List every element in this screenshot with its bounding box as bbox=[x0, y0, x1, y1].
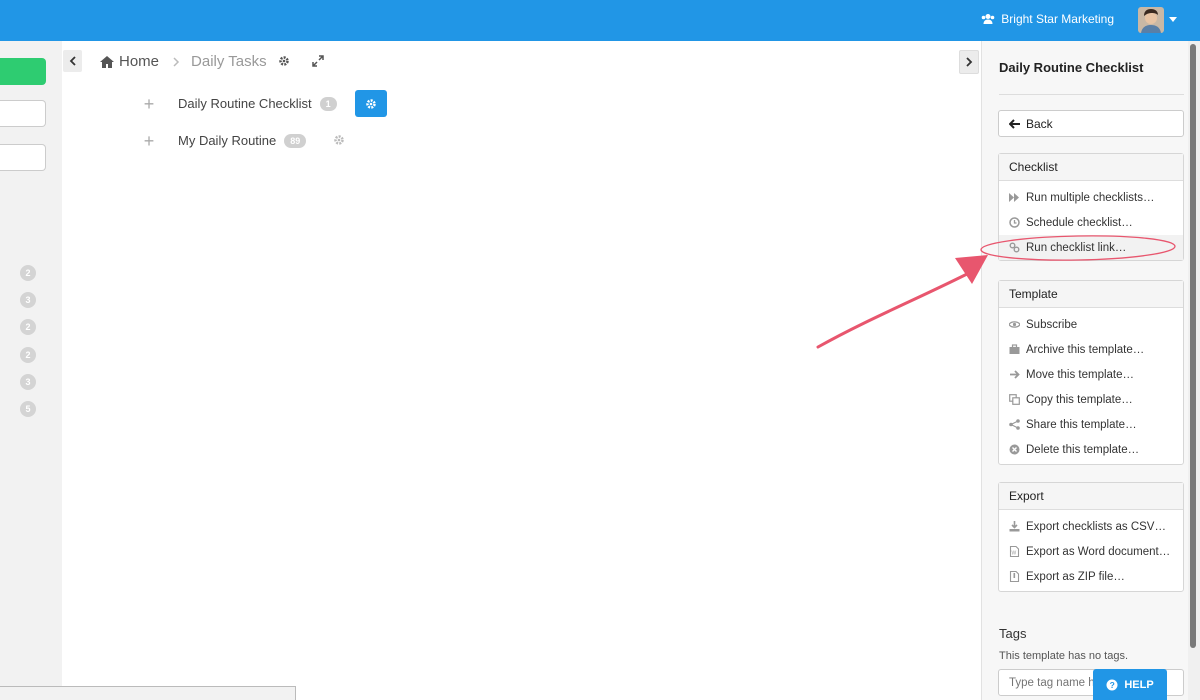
expand-icon[interactable] bbox=[312, 55, 324, 67]
question-circle-icon: ? bbox=[1106, 679, 1118, 690]
export-zip[interactable]: Export as ZIP file… bbox=[999, 564, 1183, 589]
run-checklist-link[interactable]: Run checklist link… bbox=[999, 235, 1183, 260]
folder-count-badge: 3 bbox=[20, 292, 36, 308]
scrollbar-thumb[interactable] bbox=[1190, 44, 1196, 648]
chevron-left-icon bbox=[69, 56, 76, 66]
template-name[interactable]: My Daily Routine bbox=[178, 133, 276, 148]
export-csv[interactable]: Export checklists as CSV… bbox=[999, 514, 1183, 539]
gear-icon[interactable] bbox=[333, 134, 345, 146]
download-icon bbox=[1009, 521, 1020, 532]
plus-icon[interactable]: + bbox=[142, 132, 156, 150]
clock-icon bbox=[1009, 217, 1020, 228]
template-count-badge: 1 bbox=[319, 96, 337, 111]
share-icon bbox=[1009, 419, 1020, 430]
export-word[interactable]: W Export as Word document… bbox=[999, 539, 1183, 564]
remove-circle-icon bbox=[1009, 444, 1020, 455]
template-name[interactable]: Daily Routine Checklist bbox=[178, 96, 312, 111]
folder-count-badge: 2 bbox=[20, 319, 36, 335]
breadcrumb-current: Daily Tasks bbox=[191, 53, 267, 70]
org-name: Bright Star Marketing bbox=[1001, 12, 1114, 26]
move-template[interactable]: Move this template… bbox=[999, 362, 1183, 387]
breadcrumb: Home Daily Tasks bbox=[100, 53, 267, 70]
left-sidebar: 2 3 2 2 3 5 bbox=[0, 41, 62, 700]
users-icon bbox=[981, 14, 995, 24]
template-count-badge: 89 bbox=[284, 133, 307, 148]
org-switcher[interactable]: Bright Star Marketing bbox=[981, 12, 1114, 26]
arrow-right-icon bbox=[1010, 370, 1020, 379]
help-button[interactable]: ? HELP bbox=[1093, 669, 1167, 700]
section-header: Export bbox=[999, 483, 1183, 510]
home-icon bbox=[100, 55, 114, 68]
collapse-sidebar-button[interactable] bbox=[63, 50, 82, 72]
tags-title: Tags bbox=[999, 626, 1027, 641]
archive-template[interactable]: Archive this template… bbox=[999, 337, 1183, 362]
run-multiple-checklists[interactable]: Run multiple checklists… bbox=[999, 185, 1183, 210]
template-section: Template Subscribe Archive this template… bbox=[998, 280, 1184, 465]
link-icon bbox=[1009, 242, 1020, 253]
folder-count-badge: 2 bbox=[20, 347, 36, 363]
schedule-checklist[interactable]: Schedule checklist… bbox=[999, 210, 1183, 235]
checklist-section: Checklist Run multiple checklists… Sched… bbox=[998, 153, 1184, 261]
plus-icon[interactable]: + bbox=[142, 95, 156, 113]
new-button[interactable] bbox=[0, 58, 46, 85]
template-row[interactable]: + My Daily Routine 89 bbox=[142, 132, 307, 150]
chevron-right-icon bbox=[966, 57, 973, 67]
folder-count-badge: 5 bbox=[20, 401, 36, 417]
template-settings-button[interactable] bbox=[355, 90, 387, 117]
breadcrumb-home[interactable]: Home bbox=[100, 53, 159, 70]
chevron-right-icon bbox=[173, 56, 180, 67]
eye-icon bbox=[1009, 321, 1020, 328]
section-header: Template bbox=[999, 281, 1183, 308]
tags-empty-note: This template has no tags. bbox=[999, 650, 1129, 662]
word-file-icon: W bbox=[1009, 546, 1020, 557]
bottom-panel-edge bbox=[0, 686, 296, 700]
divider bbox=[999, 94, 1184, 95]
panel-title: Daily Routine Checklist bbox=[999, 60, 1144, 75]
delete-template[interactable]: Delete this template… bbox=[999, 437, 1183, 462]
folder-count-badge: 2 bbox=[20, 265, 36, 281]
svg-text:W: W bbox=[1012, 551, 1017, 557]
fast-forward-icon bbox=[1009, 193, 1019, 202]
section-header: Checklist bbox=[999, 154, 1183, 181]
folder-count-badge: 3 bbox=[20, 374, 36, 390]
copy-icon bbox=[1009, 394, 1020, 405]
svg-text:?: ? bbox=[1110, 680, 1115, 690]
gear-icon[interactable] bbox=[278, 55, 290, 67]
user-avatar[interactable] bbox=[1138, 7, 1164, 33]
account-caret-icon[interactable] bbox=[1169, 17, 1177, 22]
arrow-left-icon bbox=[1009, 118, 1020, 129]
briefcase-icon bbox=[1009, 344, 1020, 354]
export-section: Export Export checklists as CSV… W Expor… bbox=[998, 482, 1184, 592]
collapse-panel-button[interactable] bbox=[959, 50, 979, 74]
zip-file-icon bbox=[1009, 571, 1020, 582]
share-template[interactable]: Share this template… bbox=[999, 412, 1183, 437]
subscribe[interactable]: Subscribe bbox=[999, 312, 1183, 337]
gear-icon bbox=[366, 98, 376, 109]
copy-template[interactable]: Copy this template… bbox=[999, 387, 1183, 412]
template-row[interactable]: + Daily Routine Checklist 1 bbox=[142, 95, 337, 113]
sidebar-input-2[interactable] bbox=[0, 144, 46, 171]
top-bar: Bright Star Marketing bbox=[0, 0, 1200, 41]
back-button[interactable]: Back bbox=[998, 110, 1184, 137]
sidebar-input-1[interactable] bbox=[0, 100, 46, 127]
